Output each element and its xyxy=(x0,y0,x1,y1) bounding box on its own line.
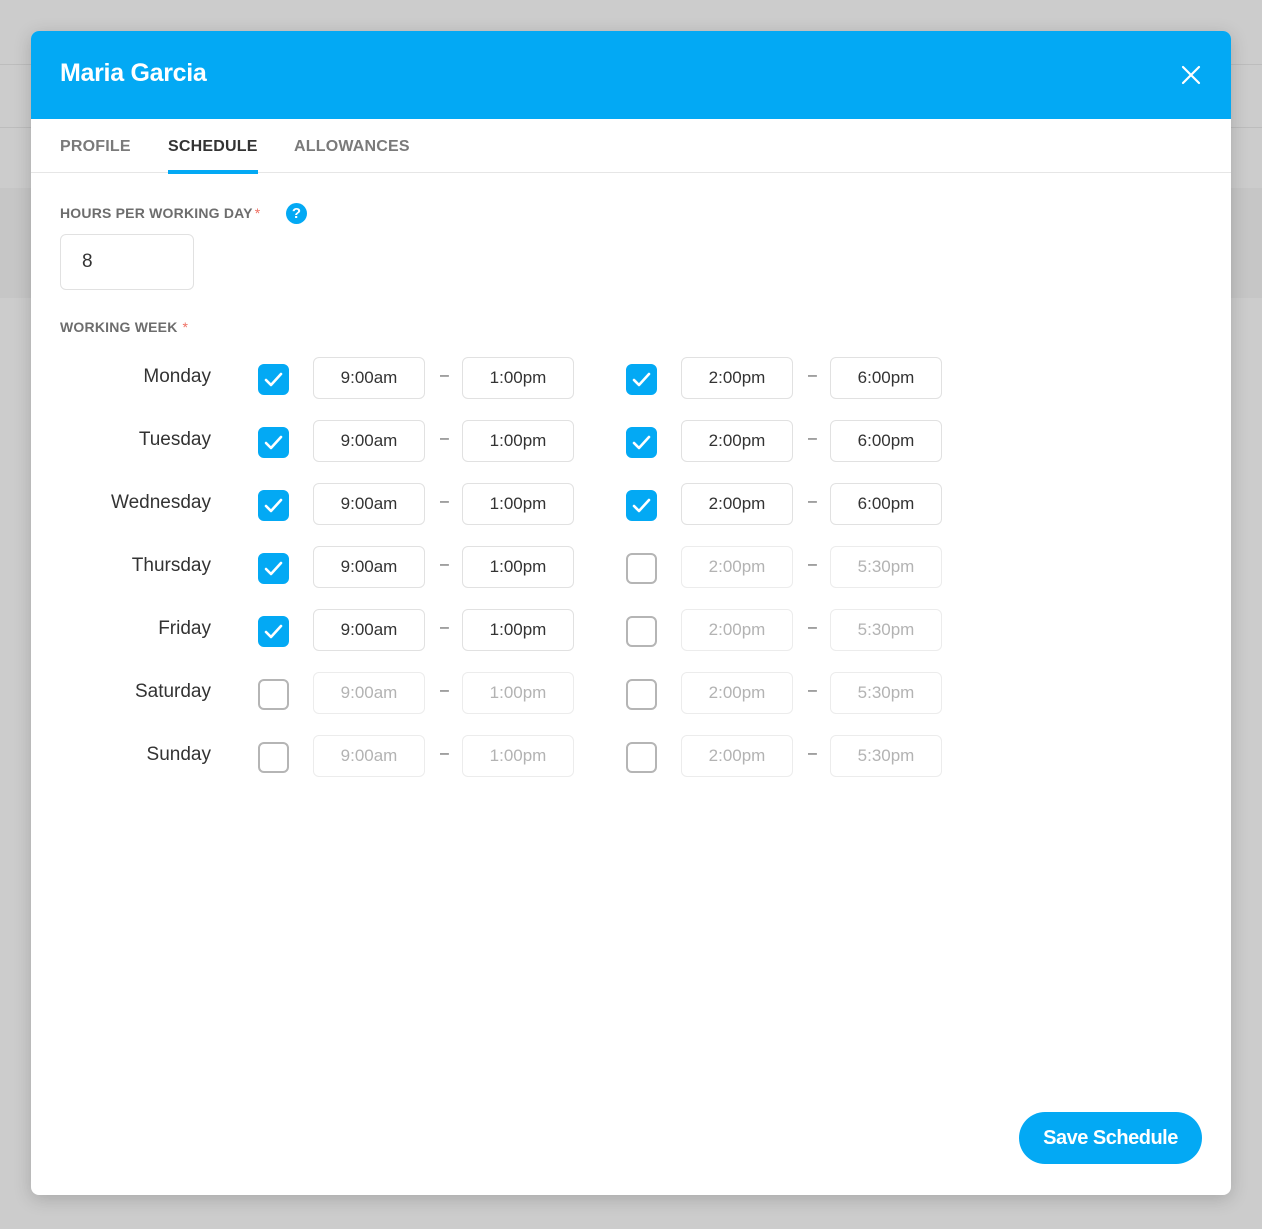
day-row-tuesday: Tuesday 9:00am –1:00pm 2:00pm –6:00pm xyxy=(31,420,1231,464)
tab-bar: PROFILE SCHEDULE ALLOWANCES xyxy=(31,119,1231,174)
required-mark: * xyxy=(182,319,189,335)
shift-2-start-time[interactable]: 2:00pm xyxy=(681,672,793,714)
hours-per-day-input[interactable]: 8 xyxy=(60,234,194,290)
shift-2-checkbox[interactable] xyxy=(626,616,657,647)
time-range-separator: – xyxy=(440,556,449,573)
tab-schedule[interactable]: SCHEDULE xyxy=(168,119,258,174)
shift-2-end-time[interactable]: 6:00pm xyxy=(830,483,942,525)
day-name: Tuesday xyxy=(138,429,211,450)
shift-2-start-time[interactable]: 2:00pm xyxy=(681,483,793,525)
shift-1-start-time[interactable]: 9:00am xyxy=(313,357,425,399)
shift-2-checkbox[interactable] xyxy=(626,490,657,521)
modal-header: Maria Garcia xyxy=(31,31,1231,119)
shift-2-checkbox[interactable] xyxy=(626,427,657,458)
employee-schedule-modal: Maria Garcia PROFILE SCHEDULE ALLOWANCES… xyxy=(31,31,1231,1195)
shift-1-checkbox[interactable] xyxy=(258,553,289,584)
day-name: Monday xyxy=(143,366,211,387)
shift-1-end-time[interactable]: 1:00pm xyxy=(462,609,574,651)
working-week-label-text: WORKING WEEK xyxy=(60,319,178,335)
tab-profile[interactable]: PROFILE xyxy=(60,119,131,173)
shift-2-start-time[interactable]: 2:00pm xyxy=(681,357,793,399)
checkmark-icon xyxy=(632,498,651,513)
shift-1-start-time[interactable]: 9:00am xyxy=(313,420,425,462)
time-range-separator: – xyxy=(440,745,449,762)
checkmark-icon xyxy=(264,624,283,639)
shift-2-end-time[interactable]: 6:00pm xyxy=(830,357,942,399)
shift-1-end-time[interactable]: 1:00pm xyxy=(462,672,574,714)
checkmark-icon xyxy=(264,435,283,450)
shift-2-end-time[interactable]: 5:30pm xyxy=(830,672,942,714)
day-name: Friday xyxy=(158,618,211,639)
day-row-friday: Friday 9:00am –1:00pm 2:00pm –5:30pm xyxy=(31,609,1231,653)
shift-2-end-time[interactable]: 6:00pm xyxy=(830,420,942,462)
time-range-separator: – xyxy=(808,745,817,762)
shift-1-end-time[interactable]: 1:00pm xyxy=(462,483,574,525)
shift-1-end-time[interactable]: 1:00pm xyxy=(462,735,574,777)
shift-1-start-time[interactable]: 9:00am xyxy=(313,735,425,777)
required-mark: * xyxy=(254,205,261,221)
shift-1-start-time[interactable]: 9:00am xyxy=(313,546,425,588)
shift-1-start-time[interactable]: 9:00am xyxy=(313,609,425,651)
time-range-separator: – xyxy=(440,367,449,384)
time-range-separator: – xyxy=(808,619,817,636)
time-range-separator: – xyxy=(440,430,449,447)
shift-1-start-time[interactable]: 9:00am xyxy=(313,672,425,714)
close-icon[interactable] xyxy=(1179,63,1203,87)
day-name: Saturday xyxy=(134,681,211,702)
time-range-separator: – xyxy=(808,430,817,447)
day-name: Thursday xyxy=(131,555,211,576)
shift-1-checkbox[interactable] xyxy=(258,679,289,710)
time-range-separator: – xyxy=(808,493,817,510)
checkmark-icon xyxy=(632,372,651,387)
shift-1-checkbox[interactable] xyxy=(258,490,289,521)
shift-1-checkbox[interactable] xyxy=(258,742,289,773)
shift-2-start-time[interactable]: 2:00pm xyxy=(681,546,793,588)
shift-1-checkbox[interactable] xyxy=(258,616,289,647)
shift-1-end-time[interactable]: 1:00pm xyxy=(462,546,574,588)
checkmark-icon xyxy=(632,435,651,450)
help-icon[interactable]: ? xyxy=(286,203,307,224)
shift-2-checkbox[interactable] xyxy=(626,364,657,395)
time-range-separator: – xyxy=(440,493,449,510)
shift-1-end-time[interactable]: 1:00pm xyxy=(462,357,574,399)
day-name: Sunday xyxy=(146,744,211,765)
shift-2-checkbox[interactable] xyxy=(626,553,657,584)
shift-2-end-time[interactable]: 5:30pm xyxy=(830,546,942,588)
checkmark-icon xyxy=(264,561,283,576)
shift-2-start-time[interactable]: 2:00pm xyxy=(681,609,793,651)
time-range-separator: – xyxy=(440,619,449,636)
modal-title: Maria Garcia xyxy=(60,59,207,87)
shift-2-start-time[interactable]: 2:00pm xyxy=(681,420,793,462)
shift-1-end-time[interactable]: 1:00pm xyxy=(462,420,574,462)
shift-2-start-time[interactable]: 2:00pm xyxy=(681,735,793,777)
checkmark-icon xyxy=(264,372,283,387)
day-row-wednesday: Wednesday 9:00am –1:00pm 2:00pm –6:00pm xyxy=(31,483,1231,527)
day-row-thursday: Thursday 9:00am –1:00pm 2:00pm –5:30pm xyxy=(31,546,1231,590)
shift-2-checkbox[interactable] xyxy=(626,679,657,710)
checkmark-icon xyxy=(264,498,283,513)
shift-2-end-time[interactable]: 5:30pm xyxy=(830,735,942,777)
shift-2-checkbox[interactable] xyxy=(626,742,657,773)
save-schedule-button[interactable]: Save Schedule xyxy=(1019,1112,1202,1164)
tab-allowances[interactable]: ALLOWANCES xyxy=(294,119,410,173)
time-range-separator: – xyxy=(808,367,817,384)
time-range-separator: – xyxy=(808,556,817,573)
hours-label: HOURS PER WORKING DAY * xyxy=(60,205,260,221)
shift-1-checkbox[interactable] xyxy=(258,364,289,395)
shift-1-checkbox[interactable] xyxy=(258,427,289,458)
shift-1-start-time[interactable]: 9:00am xyxy=(313,483,425,525)
hours-label-text: HOURS PER WORKING DAY xyxy=(60,205,253,221)
working-week-label: WORKING WEEK * xyxy=(60,319,188,335)
day-row-monday: Monday 9:00am –1:00pm 2:00pm –6:00pm xyxy=(31,357,1231,401)
day-name: Wednesday xyxy=(111,492,211,513)
shift-2-end-time[interactable]: 5:30pm xyxy=(830,609,942,651)
time-range-separator: – xyxy=(440,682,449,699)
day-row-saturday: Saturday 9:00am –1:00pm 2:00pm –5:30pm xyxy=(31,672,1231,716)
day-row-sunday: Sunday 9:00am –1:00pm 2:00pm –5:30pm xyxy=(31,735,1231,779)
time-range-separator: – xyxy=(808,682,817,699)
